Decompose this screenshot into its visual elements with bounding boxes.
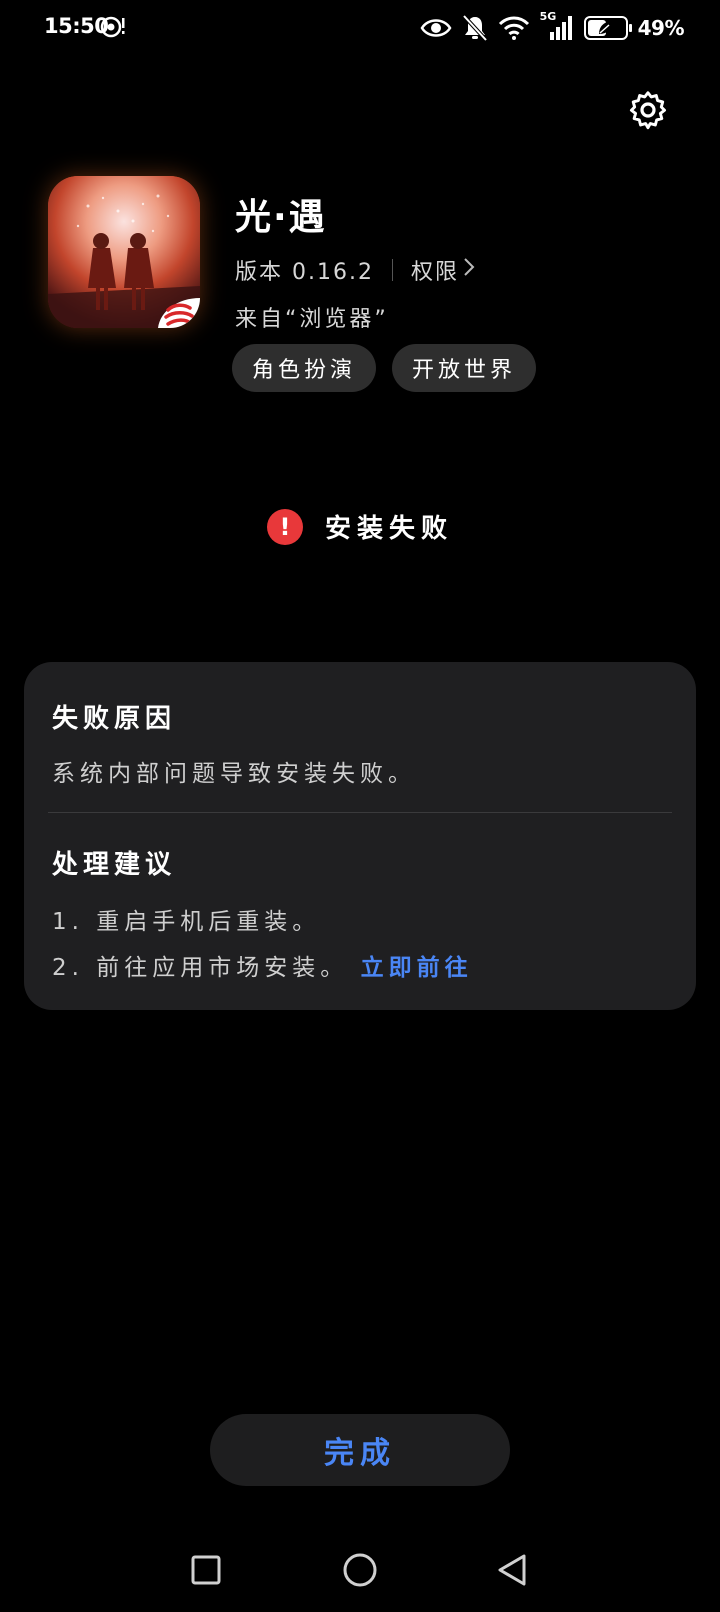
install-status-text: 安装失败 xyxy=(324,514,453,544)
battery-percent: 49% xyxy=(637,16,685,40)
permissions-label: 权限 xyxy=(410,260,459,285)
source-label: 来自“浏览器” xyxy=(235,307,389,332)
failure-details-card: 失败原因 系统内部问题导致安装失败。 处理建议 1. 重启手机后重装。 2. 前… xyxy=(24,662,696,1010)
battery-saver-icon xyxy=(596,19,616,37)
circle-icon xyxy=(342,1552,378,1592)
wifi-icon xyxy=(498,15,530,41)
status-icons: 5G 49% xyxy=(420,10,685,44)
advice-item: 1. 重启手机后重装。 xyxy=(52,909,321,935)
home-button[interactable] xyxy=(328,1540,392,1604)
eye-icon xyxy=(420,17,452,39)
cellular-signal-icon: 5G xyxy=(540,10,574,42)
reason-text: 系统内部问题导致安装失败。 xyxy=(52,761,416,787)
battery-tip xyxy=(628,24,632,32)
install-status: ! 安装失败 xyxy=(0,508,720,545)
recent-apps-button[interactable] xyxy=(174,1540,238,1604)
app-tags: 角色扮演 开放世界 xyxy=(232,344,537,392)
tag-chip: 开放世界 xyxy=(392,344,537,392)
error-icon: ! xyxy=(266,508,303,545)
advice-title: 处理建议 xyxy=(52,850,177,880)
navigation-bar xyxy=(0,1540,720,1604)
permissions-link[interactable]: 权限 xyxy=(411,254,475,286)
go-to-market-link[interactable]: 立即前往 xyxy=(361,955,473,981)
gear-icon xyxy=(628,90,668,134)
tag-chip: 角色扮演 xyxy=(232,344,377,392)
status-bar: 15:50 5G 49% xyxy=(0,0,720,56)
advice-item-text: 2. 前往应用市场安装。 xyxy=(52,955,349,981)
meta-divider xyxy=(391,259,393,281)
square-icon xyxy=(190,1554,222,1590)
back-button[interactable] xyxy=(480,1540,544,1604)
reason-title: 失败原因 xyxy=(52,704,177,734)
app-icon xyxy=(48,176,200,328)
app-name: 光·遇 xyxy=(235,197,327,238)
done-button[interactable]: 完成 xyxy=(210,1414,510,1486)
chevron-right-icon xyxy=(463,257,475,283)
advice-item: 2. 前往应用市场安装。 立即前往 xyxy=(52,948,473,982)
back-triangle-icon xyxy=(496,1553,528,1591)
status-time: 15:50 xyxy=(44,14,109,38)
app-meta-row: 版本 0.16.2 权限 xyxy=(235,254,475,286)
settings-button[interactable] xyxy=(624,88,672,136)
notification-icon xyxy=(100,14,126,40)
version-label: 版本 0.16.2 xyxy=(235,260,374,285)
install-result-screen: 15:50 5G 49% 光·遇 版本 0.16.2 权限 来自“浏览器” 角色… xyxy=(0,0,720,1612)
bell-muted-icon xyxy=(462,14,488,42)
battery-icon xyxy=(583,16,632,40)
card-divider xyxy=(48,812,672,813)
